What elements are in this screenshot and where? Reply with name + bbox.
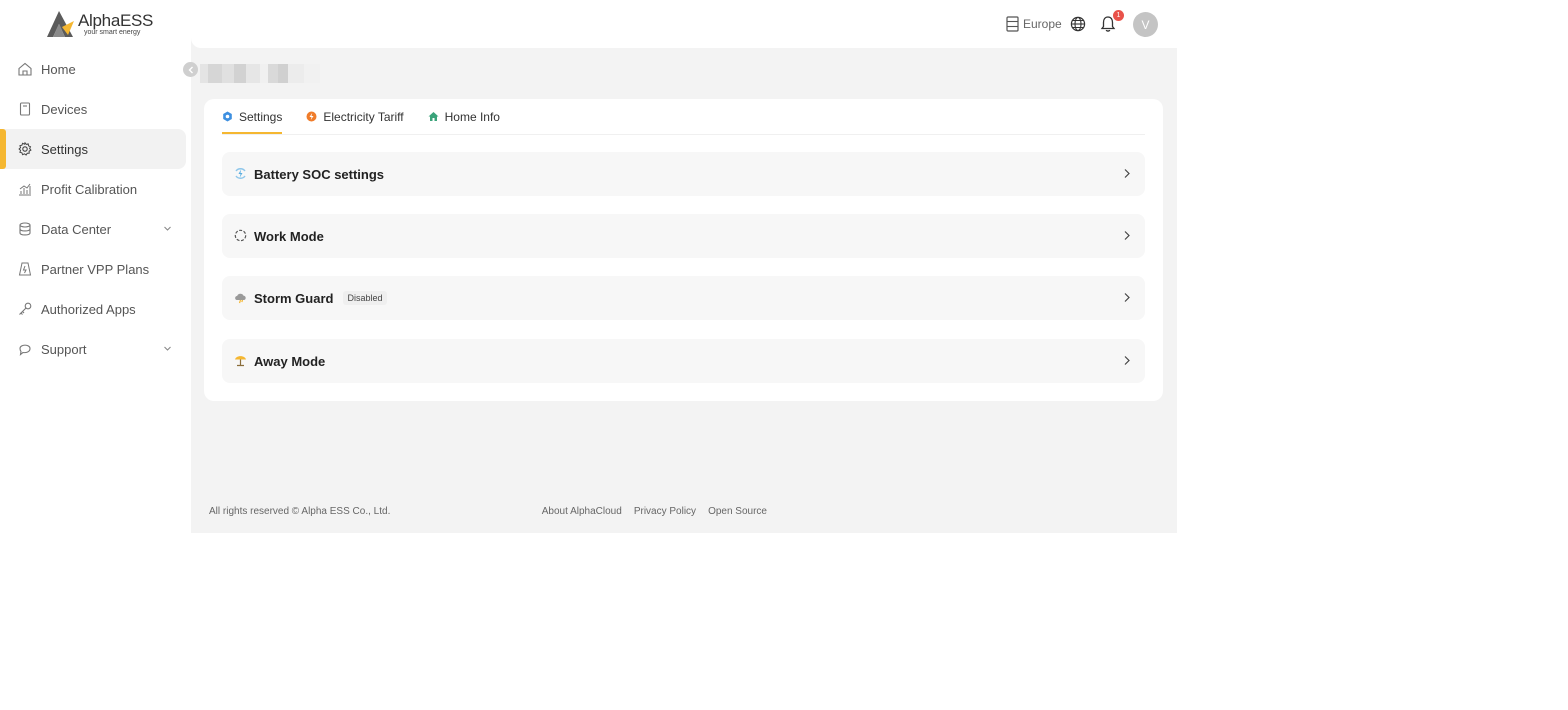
sidebar-item-settings[interactable]: Settings	[0, 129, 186, 169]
database-icon	[19, 222, 31, 236]
home-icon	[428, 112, 439, 121]
tariff-icon	[306, 111, 317, 122]
chevron-right-icon	[1124, 356, 1130, 365]
battery-soc-settings-row[interactable]: Battery SOC settings	[222, 152, 1145, 196]
tab-bar: Settings Electricity Tariff Home Info	[222, 99, 524, 135]
battery-soc-icon	[235, 168, 246, 179]
sidebar-item-label: Home	[41, 61, 76, 77]
chevron-down-icon[interactable]	[163, 224, 172, 233]
tab-label: Settings	[239, 109, 283, 124]
status-badge: Disabled	[343, 291, 387, 305]
server-icon	[1006, 16, 1019, 32]
chevron-right-icon	[1124, 293, 1130, 302]
row-title: Storm Guard	[254, 290, 334, 306]
device-icon	[19, 102, 31, 116]
globe-icon[interactable]	[1070, 16, 1086, 32]
sidebar-item-data-center[interactable]: Data Center	[0, 209, 191, 249]
row-title: Away Mode	[254, 353, 326, 369]
footer-links: About AlphaCloud Privacy Policy Open Sou…	[530, 506, 767, 517]
brand-logo[interactable]: AlphaESS your smart energy	[46, 9, 156, 41]
sidebar-item-devices[interactable]: Devices	[0, 89, 191, 129]
sidebar-item-label: Profit Calibration	[41, 181, 138, 197]
tab-home-info[interactable]: Home Info	[428, 99, 500, 134]
open-source-link[interactable]: Open Source	[708, 506, 767, 517]
brand-tagline: your smart energy	[84, 29, 141, 36]
storm-guard-row[interactable]: Storm Guard Disabled	[222, 276, 1145, 320]
away-mode-row[interactable]: Away Mode	[222, 339, 1145, 383]
chart-icon	[19, 183, 31, 196]
row-title: Work Mode	[254, 228, 324, 244]
settings-card: Settings Electricity Tariff Home Info Ba…	[204, 99, 1163, 401]
region-selector[interactable]: Europe	[1006, 16, 1062, 32]
work-mode-row[interactable]: Work Mode	[222, 214, 1145, 258]
avatar[interactable]: V	[1133, 12, 1158, 37]
sidebar-item-label: Partner VPP Plans	[41, 261, 150, 277]
work-mode-icon	[234, 229, 247, 242]
tab-label: Electricity Tariff	[323, 109, 404, 124]
sidebar-item-support[interactable]: Support	[0, 329, 191, 369]
sidebar-nav: Home Devices Settings Profit Calibration…	[0, 49, 191, 369]
tab-settings[interactable]: Settings	[222, 99, 283, 134]
settings-icon	[223, 111, 232, 122]
top-header: Europe 1 V	[191, 0, 1177, 48]
about-alphacloud-link[interactable]: About AlphaCloud	[542, 506, 622, 517]
chevron-left-icon	[188, 66, 193, 73]
storm-cloud-icon	[235, 293, 246, 304]
alphaess-logo-icon	[47, 11, 74, 37]
tab-label: Home Info	[444, 109, 500, 124]
sidebar-item-label: Support	[41, 341, 87, 357]
home-icon	[18, 62, 32, 76]
footer-copyright: All rights reserved © Alpha ESS Co., Ltd…	[209, 506, 391, 517]
app-root: AlphaESS your smart energy Home Devices …	[0, 0, 1177, 533]
sidebar-item-home[interactable]: Home	[0, 49, 191, 89]
support-icon	[19, 344, 31, 356]
sidebar: AlphaESS your smart energy Home Devices …	[0, 0, 191, 533]
sidebar-item-label: Settings	[41, 141, 88, 157]
gear-icon	[18, 142, 32, 156]
chevron-right-icon	[1124, 231, 1130, 240]
sidebar-item-label: Devices	[41, 101, 88, 117]
blurred-page-title	[200, 64, 320, 83]
beach-umbrella-icon	[235, 356, 246, 367]
region-label: Europe	[1023, 17, 1062, 31]
collapse-sidebar-button[interactable]	[183, 62, 198, 77]
sidebar-item-profit-calibration[interactable]: Profit Calibration	[0, 169, 191, 209]
row-title: Battery SOC settings	[254, 166, 385, 182]
notification-badge: 1	[1113, 10, 1124, 21]
key-icon	[19, 302, 32, 315]
sidebar-item-partner-vpp-plans[interactable]: Partner VPP Plans	[0, 249, 191, 289]
tab-electricity-tariff[interactable]: Electricity Tariff	[306, 99, 404, 134]
sidebar-item-label: Data Center	[41, 221, 112, 237]
sidebar-item-authorized-apps[interactable]: Authorized Apps	[0, 289, 191, 329]
sidebar-item-label: Authorized Apps	[41, 301, 136, 317]
chevron-down-icon[interactable]	[163, 344, 172, 353]
chevron-right-icon	[1124, 169, 1130, 178]
privacy-policy-link[interactable]: Privacy Policy	[634, 506, 696, 517]
tab-divider	[222, 134, 1145, 135]
brand-name: AlphaESS	[78, 11, 154, 30]
vpp-icon	[18, 262, 32, 276]
